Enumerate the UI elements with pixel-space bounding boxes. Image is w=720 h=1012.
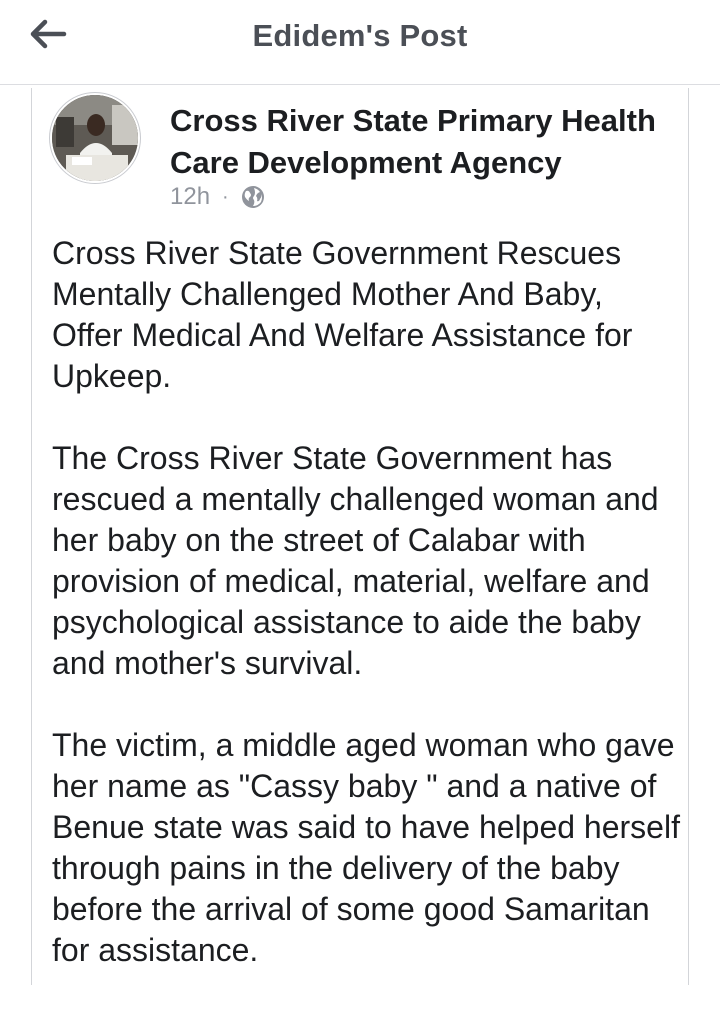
meta-separator: · bbox=[222, 185, 229, 208]
avatar[interactable] bbox=[50, 93, 140, 183]
post-card: Cross River State Primary Health Care De… bbox=[31, 88, 689, 985]
author-name[interactable]: Cross River State Primary Health Care De… bbox=[170, 100, 680, 184]
globe-icon bbox=[241, 186, 264, 208]
page-title: Edidem's Post bbox=[252, 18, 468, 53]
post-paragraph: The victim, a middle aged woman who gave… bbox=[52, 727, 680, 968]
post-body: Cross River State Government Rescues Men… bbox=[52, 233, 682, 1012]
post-paragraph: The Cross River State Government has res… bbox=[52, 440, 659, 681]
top-bar: Edidem's Post bbox=[0, 0, 720, 85]
post-time[interactable]: 12h bbox=[170, 183, 210, 211]
profile-photo bbox=[52, 95, 138, 181]
post-headline: Cross River State Government Rescues Men… bbox=[52, 235, 633, 394]
post-meta: 12h · bbox=[170, 183, 265, 211]
